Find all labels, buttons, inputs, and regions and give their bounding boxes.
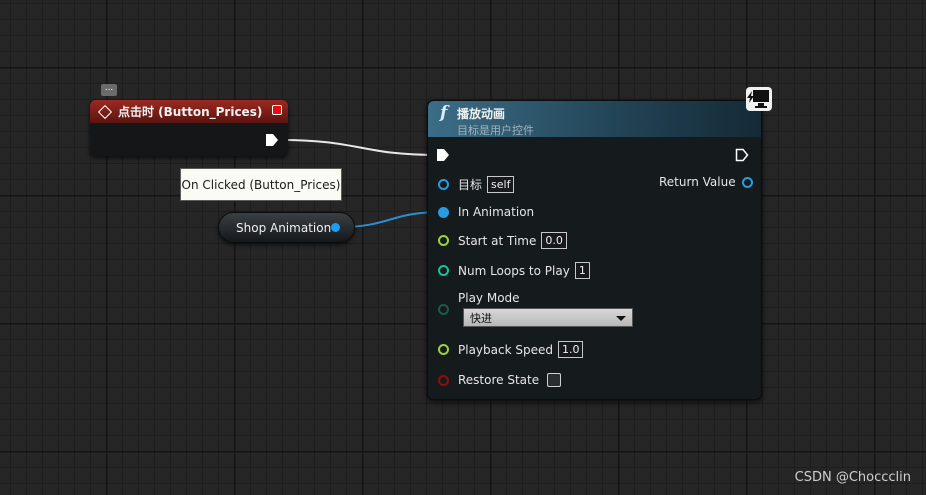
function-node-header[interactable]: f 播放动画 目标是用户控件 xyxy=(428,101,761,137)
playback-speed-label: Playback Speed xyxy=(458,342,553,357)
variable-label: Shop Animation xyxy=(236,220,332,235)
on-clicked-event-node[interactable]: 点击时 (Button_Prices) xyxy=(90,100,288,156)
play-mode-selected: 快进 xyxy=(470,312,492,325)
start-at-time-pin[interactable] xyxy=(438,235,449,246)
in-animation-row[interactable]: In Animation xyxy=(438,205,534,219)
num-loops-label: Num Loops to Play xyxy=(458,263,570,278)
target-value: self xyxy=(487,176,515,193)
exec-output-pin-icon[interactable] xyxy=(735,148,749,162)
num-loops-input[interactable]: 1 xyxy=(574,262,590,279)
chevron-down-icon xyxy=(616,316,626,321)
restore-state-pin[interactable] xyxy=(438,374,449,386)
playback-speed-input[interactable]: 1.0 xyxy=(557,341,584,358)
start-at-time-label: Start at Time xyxy=(458,233,537,248)
in-animation-label: In Animation xyxy=(458,205,535,219)
play-mode-label-row: Play Mode xyxy=(458,291,520,305)
start-at-time-row[interactable]: Start at Time 0.0 xyxy=(438,232,567,249)
in-animation-pin[interactable] xyxy=(438,206,449,218)
return-value-row[interactable]: Return Value xyxy=(659,175,753,189)
event-diamond-icon xyxy=(97,104,113,119)
playback-speed-row[interactable]: Playback Speed 1.0 xyxy=(438,341,584,358)
shop-animation-variable-node[interactable]: Shop Animation xyxy=(218,212,355,243)
return-value-label: Return Value xyxy=(659,175,736,189)
restore-state-checkbox[interactable] xyxy=(547,373,562,387)
target-pin-row[interactable]: 目标 self xyxy=(438,176,515,193)
restore-state-label: Restore State xyxy=(458,373,540,387)
function-f-icon: f xyxy=(440,103,448,123)
target-pin[interactable] xyxy=(438,179,449,190)
exec-input-pin-icon[interactable] xyxy=(436,148,450,162)
client-only-monitor-icon xyxy=(746,87,772,111)
exec-wire[interactable] xyxy=(280,139,439,156)
restore-state-row[interactable]: Restore State xyxy=(438,373,562,387)
target-label: 目标 xyxy=(458,178,483,192)
event-tooltip: On Clicked (Button_Prices) xyxy=(180,168,342,201)
variable-output-pin[interactable] xyxy=(331,223,340,232)
delegate-pin[interactable] xyxy=(272,105,282,115)
return-value-pin[interactable] xyxy=(741,176,753,188)
exec-output-pin-icon[interactable] xyxy=(265,133,279,147)
play-mode-pin[interactable] xyxy=(438,304,449,315)
play-mode-label: Play Mode xyxy=(458,291,520,305)
playback-speed-pin[interactable] xyxy=(438,344,449,355)
play-mode-pin-row[interactable] xyxy=(438,304,458,315)
num-loops-pin[interactable] xyxy=(438,265,449,276)
comment-bubble-icon[interactable]: ... xyxy=(101,84,117,96)
play-mode-dropdown[interactable]: 快进 xyxy=(463,308,633,327)
num-loops-row[interactable]: Num Loops to Play 1 xyxy=(438,262,590,279)
watermark: CSDN @Choccclin xyxy=(794,470,911,485)
start-at-time-input[interactable]: 0.0 xyxy=(541,232,567,249)
event-node-title: 点击时 (Button_Prices) xyxy=(118,105,263,119)
event-node-header[interactable]: 点击时 (Button_Prices) xyxy=(90,100,288,123)
function-node-subtitle: 目标是用户控件 xyxy=(457,124,534,137)
function-node-title: 播放动画 xyxy=(457,107,506,121)
